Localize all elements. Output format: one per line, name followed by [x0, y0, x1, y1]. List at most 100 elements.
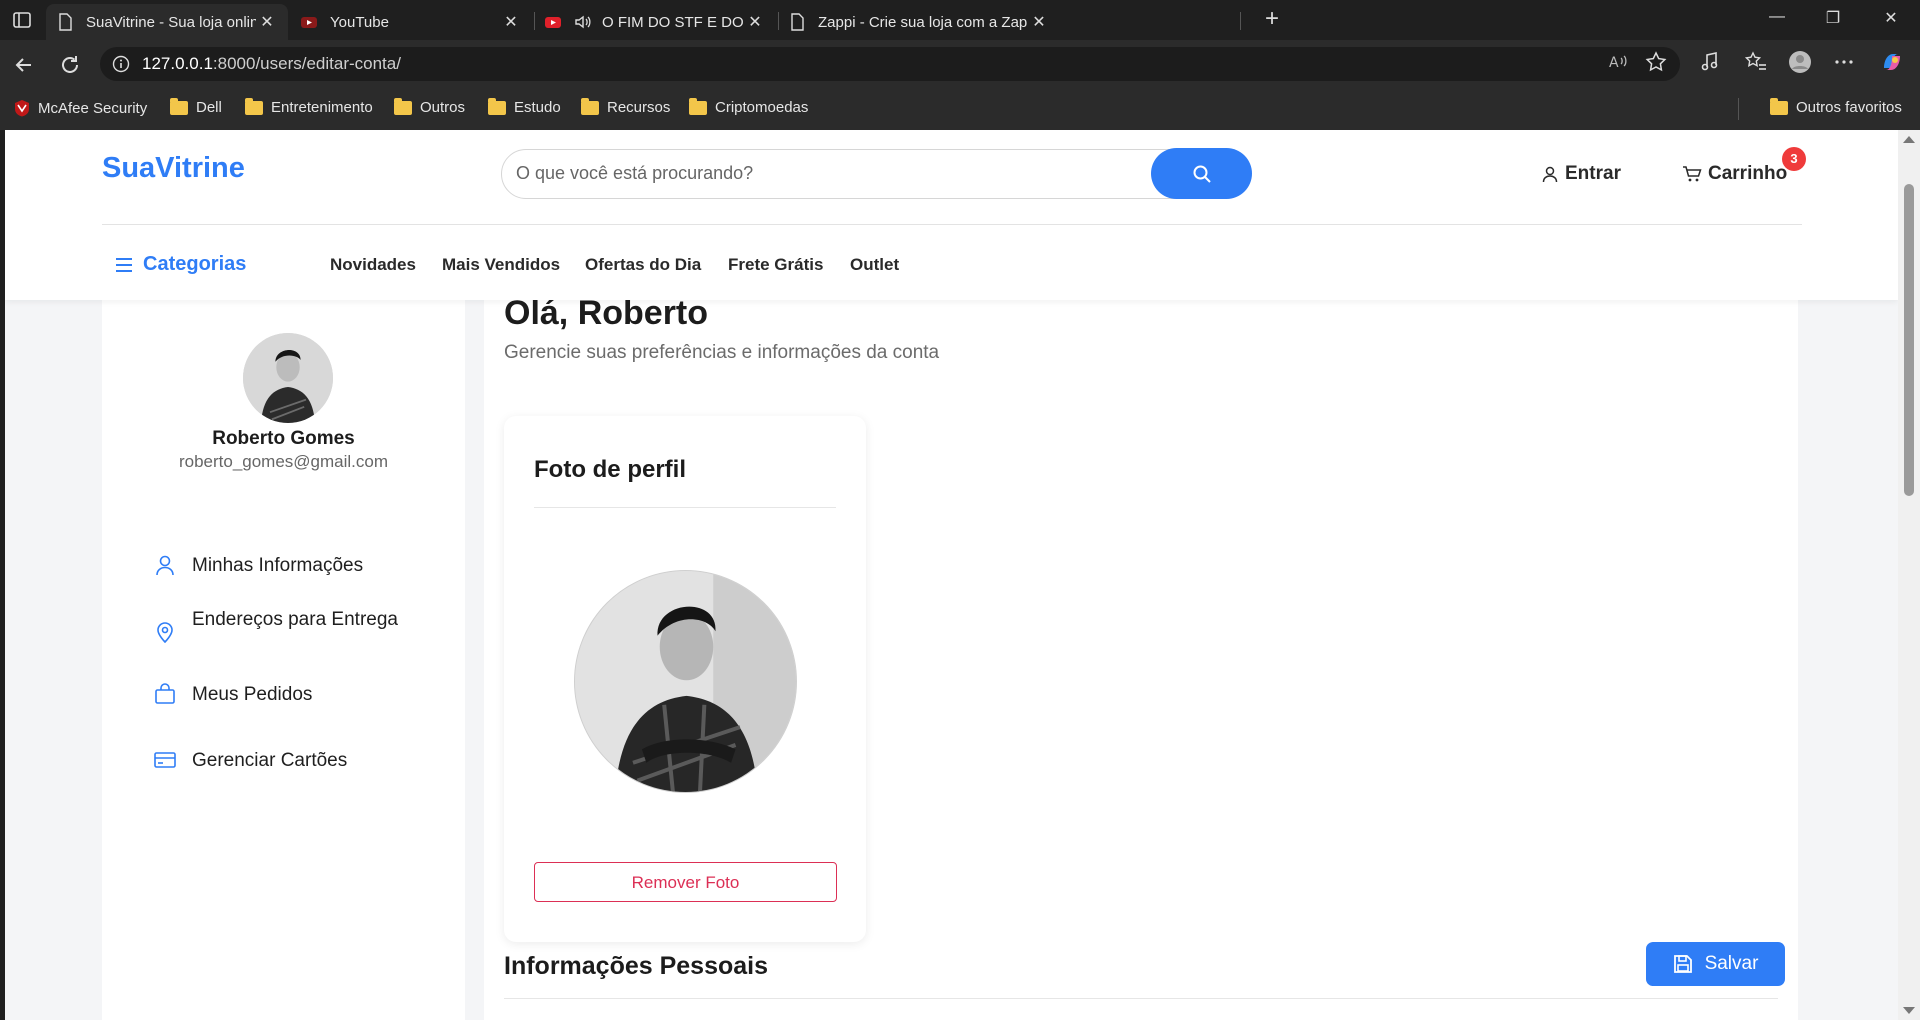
site-header: SuaVitrine Entrar Carrinho 3 Categorias …: [5, 130, 1898, 300]
sidebar-item-label: Endereços para Entrega: [192, 609, 398, 630]
browser-tab-stf[interactable]: O FIM DO STF E DO BOLSON ✕: [534, 4, 776, 40]
folder-icon: [170, 97, 188, 115]
save-button[interactable]: Salvar: [1646, 942, 1785, 986]
read-aloud-icon[interactable]: A: [1606, 50, 1630, 74]
avatar: [243, 333, 333, 423]
url-host: 127.0.0.1: [142, 54, 213, 73]
bookmark-label: Dell: [196, 99, 222, 116]
sidebar-item-label: Gerenciar Cartões: [192, 750, 348, 771]
more-menu-icon[interactable]: [1832, 50, 1856, 74]
scroll-down-icon[interactable]: [1903, 1007, 1915, 1014]
bookmark-label: Estudo: [514, 99, 561, 116]
favorite-star-icon[interactable]: [1644, 50, 1668, 74]
nav-novidades[interactable]: Novidades: [330, 255, 416, 275]
close-tab-icon[interactable]: ✕: [256, 12, 278, 32]
sidebar-item-enderecos[interactable]: Endereços para Entrega: [154, 607, 414, 643]
categories-label: Categorias: [143, 253, 247, 275]
bookmarks-bar: McAfee Security Dell Entretenimento Outr…: [0, 88, 1920, 130]
back-icon[interactable]: [11, 52, 37, 78]
tab-title: O FIM DO STF E DO BOLSON: [602, 13, 744, 31]
account-main-content: Olá, Roberto Gerencie suas preferências …: [484, 294, 1798, 1020]
folder-icon: [1770, 97, 1788, 115]
menu-icon: [116, 257, 132, 272]
scroll-up-icon[interactable]: [1903, 136, 1915, 143]
media-control-icon[interactable]: [1698, 50, 1722, 74]
user-email: roberto_gomes@gmail.com: [178, 452, 389, 471]
sidebar-item-label: Minhas Informações: [192, 555, 364, 576]
new-tab-button[interactable]: +: [1259, 7, 1285, 34]
remove-photo-button[interactable]: Remover Foto: [534, 862, 837, 902]
search-input[interactable]: [516, 150, 1116, 196]
save-label: Salvar: [1704, 953, 1759, 974]
bookmark-outros-favoritos[interactable]: Outros favoritos: [1770, 97, 1902, 116]
scrollbar-thumb[interactable]: [1904, 184, 1914, 496]
folder-icon: [394, 97, 412, 115]
bookmark-outros[interactable]: Outros: [394, 97, 466, 116]
nav-ofertas-do-dia[interactable]: Ofertas do Dia: [585, 255, 701, 275]
favorites-list-icon[interactable]: [1744, 50, 1768, 74]
bookmark-label: Outros favoritos: [1796, 99, 1902, 116]
close-tab-icon[interactable]: ✕: [500, 12, 522, 32]
credit-card-icon: [154, 752, 176, 768]
nav-outlet[interactable]: Outlet: [850, 255, 899, 275]
browser-tab-zappi[interactable]: Zappi - Crie sua loja com a Zappi ✕: [778, 4, 1248, 40]
search-bar: [501, 148, 1252, 199]
close-tab-icon[interactable]: ✕: [1028, 12, 1050, 32]
folder-icon: [689, 97, 707, 115]
folder-icon: [488, 97, 506, 115]
section-divider: [504, 998, 1778, 999]
profile-photo-card: Foto de perfil Remover Foto: [504, 416, 866, 942]
sidebar-item-label: Meus Pedidos: [192, 684, 313, 705]
page-icon: [791, 13, 804, 31]
copilot-icon[interactable]: [1880, 50, 1904, 74]
bookmark-label: Criptomoedas: [715, 99, 809, 116]
bookmark-mcafee[interactable]: McAfee Security: [14, 99, 147, 117]
page-subtitle: Gerencie suas preferências e informações…: [504, 342, 940, 363]
site-logo[interactable]: SuaVitrine: [102, 152, 245, 185]
folder-icon: [581, 97, 599, 115]
page-scrollbar[interactable]: [1898, 130, 1920, 1020]
browser-tab-suavitrine[interactable]: SuaVitrine - Sua loja online ✕: [46, 4, 288, 40]
tab-title: YouTube: [330, 13, 389, 31]
site-info-icon[interactable]: [112, 55, 130, 73]
sidebar-item-minhas-informacoes[interactable]: Minhas Informações: [154, 553, 363, 579]
tab-actions-icon[interactable]: [12, 10, 32, 30]
bookmark-dell[interactable]: Dell: [170, 97, 222, 116]
restore-button[interactable]: ❐: [1818, 8, 1848, 28]
cart-link[interactable]: Carrinho: [1682, 163, 1787, 185]
section-title: Informações Pessoais: [504, 952, 769, 980]
speaker-icon[interactable]: [574, 13, 592, 31]
reload-icon[interactable]: [57, 52, 83, 78]
shopping-bag-icon: [155, 683, 175, 704]
browser-tab-youtube[interactable]: YouTube ✕: [290, 4, 532, 40]
login-label: Entrar: [1565, 163, 1621, 184]
bookmark-label: Outros: [420, 99, 466, 116]
bookmark-entretenimento[interactable]: Entretenimento: [245, 97, 373, 116]
cart-count-badge: 3: [1782, 147, 1806, 171]
bookmark-recursos[interactable]: Recursos: [581, 97, 671, 116]
nav-mais-vendidos[interactable]: Mais Vendidos: [442, 255, 560, 275]
nav-frete-gratis[interactable]: Frete Grátis: [728, 255, 823, 275]
close-tab-icon[interactable]: ✕: [744, 12, 766, 32]
bookmark-criptomoedas[interactable]: Criptomoedas: [689, 97, 809, 116]
user-name: Roberto Gomes: [212, 428, 355, 449]
close-window-button[interactable]: ✕: [1876, 8, 1906, 28]
youtube-icon: [301, 17, 317, 28]
sidebar-item-gerenciar-cartoes[interactable]: Gerenciar Cartões: [154, 748, 347, 774]
bookmark-label: Recursos: [607, 99, 671, 116]
account-sidebar: Roberto Gomes roberto_gomes@gmail.com Mi…: [102, 300, 465, 1020]
profile-avatar-icon[interactable]: [1788, 50, 1812, 74]
bookmark-estudo[interactable]: Estudo: [488, 97, 561, 116]
youtube-icon: [545, 17, 561, 28]
search-button[interactable]: [1151, 148, 1252, 199]
login-link[interactable]: Entrar: [1541, 163, 1621, 185]
user-icon: [156, 555, 174, 576]
browser-tab-bar: SuaVitrine - Sua loja online ✕ YouTube ✕…: [0, 0, 1920, 40]
minimize-button[interactable]: —: [1762, 8, 1792, 26]
folder-icon: [245, 97, 263, 115]
url-field[interactable]: 127.0.0.1:8000/users/editar-conta/: [100, 47, 1680, 81]
categories-button[interactable]: Categorias: [115, 253, 246, 276]
sidebar-item-meus-pedidos[interactable]: Meus Pedidos: [154, 682, 312, 708]
bookmark-separator: [1738, 98, 1739, 120]
profile-photo[interactable]: [574, 570, 797, 793]
